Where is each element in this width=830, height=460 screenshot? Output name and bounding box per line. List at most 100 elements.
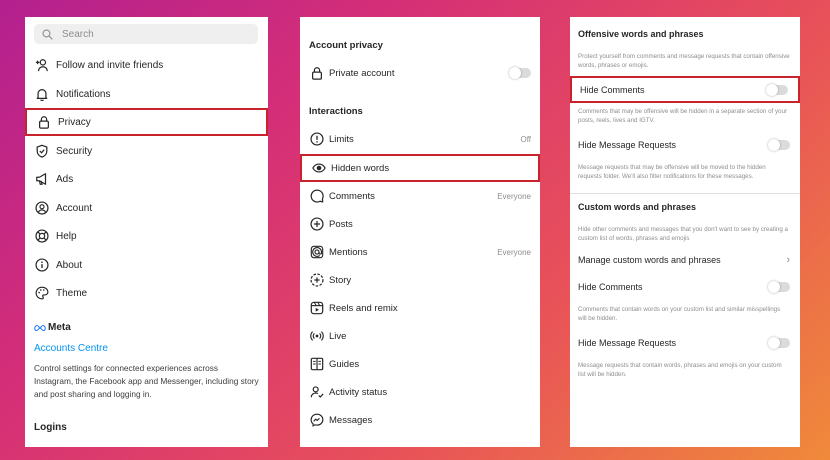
reels-icon (309, 301, 324, 316)
settings-item-notifications[interactable]: Notifications (25, 80, 268, 108)
privacy-item-label: Hidden words (331, 162, 390, 174)
custom-hide-comments-description: Comments that contain words on your cust… (578, 306, 781, 322)
eye-icon (311, 161, 326, 176)
privacy-item-value: Off (520, 134, 531, 144)
lock-icon (309, 66, 324, 81)
custom-words-heading: Custom words and phrases (578, 202, 697, 212)
logins-heading: Logins (34, 422, 67, 433)
settings-item-account[interactable]: Account (25, 194, 268, 222)
bell-icon (34, 87, 49, 102)
messenger-icon (309, 413, 324, 428)
story-plus-icon (309, 273, 324, 288)
settings-item-about[interactable]: About (25, 251, 268, 279)
settings-item-security[interactable]: Security (25, 137, 268, 165)
meta-logo: Meta (34, 322, 71, 333)
settings-item-theme[interactable]: Theme (25, 279, 268, 307)
manage-custom-words-label: Manage custom words and phrases (578, 255, 721, 265)
accounts-centre-link[interactable]: Accounts Centre (34, 343, 108, 354)
privacy-item-posts[interactable]: Posts (300, 210, 540, 238)
accounts-centre-description: Control settings for connected experienc… (34, 363, 259, 399)
search-icon (42, 28, 53, 40)
custom-words-description: Hide other comments and messages that yo… (578, 226, 788, 242)
settings-item-label: Security (56, 145, 93, 157)
search-placeholder: Search (62, 28, 94, 40)
privacy-item-guides[interactable]: Guides (300, 350, 540, 378)
hide-message-requests-row[interactable]: Hide Message Requests (570, 131, 800, 159)
settings-item-label: Theme (56, 287, 88, 299)
plus-square-icon (309, 217, 324, 232)
interactions-heading: Interactions (309, 106, 363, 117)
settings-item-privacy[interactable]: Privacy (25, 108, 268, 136)
guides-icon (309, 357, 324, 372)
privacy-item-messages[interactable]: Messages (300, 406, 540, 434)
privacy-item-mentions[interactable]: Mentions Everyone (300, 238, 540, 266)
privacy-item-label: Live (329, 330, 347, 342)
custom-hide-message-requests-label: Hide Message Requests (578, 338, 677, 348)
privacy-item-label: Limits (329, 133, 354, 145)
info-icon (34, 258, 49, 273)
section-divider (570, 193, 800, 194)
custom-hide-message-requests-description: Message requests that contain words, phr… (578, 362, 782, 378)
settings-item-help[interactable]: Help (25, 222, 268, 250)
live-icon (309, 329, 324, 344)
privacy-item-label: Reels and remix (329, 302, 398, 314)
settings-item-follow-invite[interactable]: Follow and invite friends (25, 51, 268, 79)
search-input[interactable]: Search (34, 24, 258, 44)
hide-message-requests-toggle[interactable] (768, 139, 790, 151)
private-account-row[interactable]: Private account (300, 59, 540, 87)
palette-icon (34, 286, 49, 301)
custom-hide-comments-row[interactable]: Hide Comments (570, 273, 800, 301)
add-person-icon (34, 58, 49, 73)
privacy-item-limits[interactable]: Limits Off (300, 125, 540, 153)
hidden-words-panel: Offensive words and phrases Protect your… (570, 17, 800, 447)
privacy-item-comments[interactable]: Comments Everyone (300, 182, 540, 210)
privacy-item-reels-remix[interactable]: Reels and remix (300, 294, 540, 322)
privacy-item-activity-status[interactable]: Activity status (300, 378, 540, 406)
activity-status-icon (309, 385, 324, 400)
meta-infinity-icon (34, 324, 46, 331)
privacy-item-live[interactable]: Live (300, 322, 540, 350)
settings-item-label: Ads (56, 173, 74, 185)
private-account-label: Private account (329, 67, 395, 79)
manage-custom-words-row[interactable]: Manage custom words and phrases › (570, 246, 800, 274)
custom-hide-message-requests-row[interactable]: Hide Message Requests (570, 329, 800, 357)
hide-comments-label: Hide Comments (580, 84, 645, 95)
private-account-toggle[interactable] (509, 67, 531, 79)
comment-icon (309, 189, 324, 204)
settings-item-ads[interactable]: Ads (25, 165, 268, 193)
privacy-item-label: Story (329, 274, 352, 286)
hide-comments-row[interactable]: Hide Comments (570, 76, 800, 103)
custom-hide-comments-toggle[interactable] (768, 281, 790, 293)
privacy-item-label: Comments (329, 190, 375, 202)
privacy-item-label: Activity status (329, 386, 388, 398)
account-privacy-heading: Account privacy (309, 40, 383, 51)
offensive-words-description: Protect yourself from comments and messa… (578, 53, 790, 69)
shield-icon (34, 144, 49, 159)
hide-comments-toggle[interactable] (766, 83, 788, 96)
custom-hide-comments-label: Hide Comments (578, 282, 643, 292)
settings-item-label: Privacy (58, 116, 91, 128)
privacy-item-value: Everyone (497, 247, 531, 257)
settings-item-label: Follow and invite friends (56, 59, 164, 71)
privacy-item-story[interactable]: Story (300, 266, 540, 294)
hide-message-requests-label: Hide Message Requests (578, 140, 677, 150)
meta-brand-text: Meta (48, 322, 71, 333)
privacy-item-label: Posts (329, 218, 353, 230)
at-icon (309, 245, 324, 260)
custom-hide-message-requests-toggle[interactable] (768, 337, 790, 349)
megaphone-icon (34, 172, 49, 187)
settings-item-label: Help (56, 230, 77, 242)
settings-panel: Search Follow and invite friends Notific… (25, 17, 268, 447)
privacy-item-label: Mentions (329, 246, 368, 258)
privacy-item-label: Guides (329, 358, 360, 370)
privacy-item-label: Messages (329, 414, 373, 426)
settings-item-label: Account (56, 202, 93, 214)
privacy-item-hidden-words[interactable]: Hidden words (300, 154, 540, 182)
offensive-words-heading: Offensive words and phrases (578, 29, 704, 39)
privacy-panel: Account privacy Private account Interact… (300, 17, 540, 447)
lifebuoy-icon (34, 229, 49, 244)
lock-icon (36, 115, 51, 130)
hide-comments-description: Comments that may be offensive will be h… (578, 108, 788, 124)
hide-message-requests-description: Message requests that may be offensive w… (578, 164, 766, 180)
chevron-right-icon: › (786, 254, 790, 266)
